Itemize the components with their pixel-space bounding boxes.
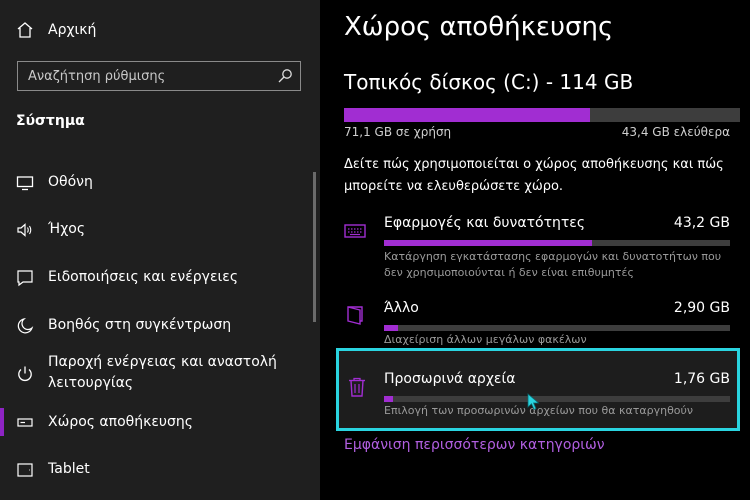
folder-icon <box>347 306 363 325</box>
sidebar-item-power[interactable]: Παροχή ενέργειας και αναστολή λειτουργία… <box>0 352 320 396</box>
search-icon[interactable] <box>277 68 293 84</box>
category-apps[interactable]: Εφαρμογές και δυνατότητες 43,2 GB Κατάργ… <box>334 206 740 280</box>
sidebar-item-label: Ειδοποιήσεις και ενέργειες <box>48 269 239 285</box>
tablet-icon <box>17 463 33 477</box>
sidebar-item-label: Βοηθός στη συγκέντρωση <box>48 317 232 333</box>
notification-icon <box>17 270 33 287</box>
sidebar-item-label: Ήχος <box>48 221 86 237</box>
used-space-label: 71,1 GB σε χρήση <box>344 125 452 139</box>
sidebar-scrollbar[interactable] <box>313 172 316 322</box>
monitor-icon <box>16 176 34 191</box>
sidebar-item-storage[interactable]: Χώρος αποθήκευσης <box>0 408 320 436</box>
sidebar-item-sound[interactable]: Ήχος <box>0 218 320 242</box>
free-space-label: 43,4 GB ελεύθερα <box>621 125 730 139</box>
category-size: 2,90 GB <box>673 300 730 316</box>
home-nav-item[interactable]: Αρχική <box>0 14 320 46</box>
sidebar-item-label: Οθόνη <box>48 174 93 190</box>
drive-title: Τοπικός δίσκος (C:) - 114 GB <box>344 70 634 94</box>
sidebar: Αρχική Σύστημα Οθόνη Ήχος Ειδοποιήσεις κ… <box>0 0 320 500</box>
drive-usage-fill <box>344 108 590 122</box>
keyboard-icon <box>344 224 366 238</box>
selection-indicator <box>0 408 4 436</box>
category-name: Προσωρινά αρχεία <box>384 371 516 387</box>
power-icon <box>18 366 32 382</box>
home-label: Αρχική <box>48 22 97 38</box>
sidebar-item-label: Tablet <box>48 461 90 477</box>
moon-icon <box>17 317 34 334</box>
category-other[interactable]: Άλλο 2,90 GB Διαχείριση άλλων μεγάλων φα… <box>334 292 740 348</box>
sidebar-item-label: Χώρος αποθήκευσης <box>48 414 193 430</box>
home-icon <box>17 22 33 38</box>
category-note: Κατάργηση εγκατάστασης εφαρμογών και δυν… <box>384 250 722 279</box>
trash-icon <box>349 377 365 397</box>
category-name: Άλλο <box>384 300 419 316</box>
category-size: 1,76 GB <box>673 371 730 387</box>
page-title: Χώρος αποθήκευσης <box>344 12 614 42</box>
main-panel: Χώρος αποθήκευσης Τοπικός δίσκος (C:) - … <box>320 0 750 500</box>
category-usage-bar <box>384 240 730 246</box>
mouse-pointer-icon <box>527 393 540 411</box>
speaker-icon <box>17 223 32 237</box>
category-note: Διαχείριση άλλων μεγάλων φακέλων <box>384 333 587 346</box>
search-box[interactable] <box>17 61 301 91</box>
category-note: Επιλογή των προσωρινών αρχείων που θα κα… <box>384 404 694 417</box>
category-size: 43,2 GB <box>673 215 730 231</box>
show-more-categories-link[interactable]: Εμφάνιση περισσότερων κατηγοριών <box>344 437 605 453</box>
storage-icon <box>17 418 33 427</box>
sidebar-item-notifications[interactable]: Ειδοποιήσεις και ενέργειες <box>0 266 320 290</box>
sidebar-item-tablet[interactable]: Tablet <box>0 458 320 482</box>
storage-description: Δείτε πώς χρησιμοποιείται ο χώρος αποθήκ… <box>344 157 724 194</box>
sidebar-item-focus-assist[interactable]: Βοηθός στη συγκέντρωση <box>0 314 320 338</box>
category-usage-fill <box>384 240 592 246</box>
drive-usage-bar <box>344 108 740 122</box>
section-title: Σύστημα <box>16 113 85 129</box>
category-temporary-files[interactable]: Προσωρινά αρχεία 1,76 GB Επιλογή των προ… <box>336 348 740 431</box>
category-usage-fill <box>384 396 393 402</box>
category-usage-bar <box>384 325 730 331</box>
search-input[interactable] <box>18 62 278 90</box>
category-usage-fill <box>384 325 398 331</box>
sidebar-item-label: Παροχή ενέργειας και αναστολή λειτουργία… <box>48 354 277 391</box>
category-usage-bar <box>384 396 730 402</box>
sidebar-item-display[interactable]: Οθόνη <box>0 170 320 194</box>
category-name: Εφαρμογές και δυνατότητες <box>384 215 586 231</box>
